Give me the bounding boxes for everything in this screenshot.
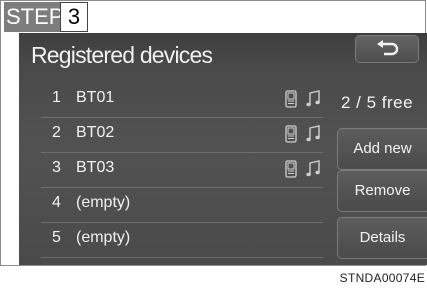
back-button[interactable]	[355, 35, 419, 63]
device-screen: Registered devices 1 BT01 2 BT02 3 BT03 4 (empt…	[19, 33, 427, 265]
device-index: 3	[52, 159, 61, 176]
device-list: 1 BT01 2 BT02 3 BT03 4 (empty) 5 (empty)	[19, 83, 331, 258]
phone-icon	[285, 160, 297, 183]
phone-icon	[285, 125, 297, 148]
device-name: BT03	[76, 159, 115, 176]
row-divider	[41, 257, 323, 258]
free-slots-status: 2 / 5 free	[341, 93, 414, 112]
device-index: 2	[52, 124, 61, 141]
device-row[interactable]: 5 (empty)	[19, 223, 331, 258]
device-row[interactable]: 4 (empty)	[19, 188, 331, 223]
device-index: 4	[52, 194, 61, 211]
device-row[interactable]: 1 BT01	[19, 83, 331, 118]
device-index: 1	[52, 89, 61, 106]
music-note-icon	[306, 125, 320, 148]
device-name: BT02	[76, 124, 115, 141]
back-arrow-icon	[377, 40, 399, 56]
figure-code: STNDA00074E	[339, 271, 425, 285]
add-new-button[interactable]: Add new	[337, 128, 427, 170]
music-note-icon	[306, 90, 320, 113]
step-label: STEP	[4, 2, 63, 32]
device-index: 5	[52, 229, 61, 246]
phone-icon	[285, 90, 297, 113]
device-name: BT01	[76, 89, 115, 106]
remove-button[interactable]: Remove	[337, 170, 427, 212]
device-name: (empty)	[76, 229, 131, 246]
step-number: 3	[60, 2, 88, 32]
details-button[interactable]: Details	[337, 217, 427, 259]
device-row[interactable]: 2 BT02	[19, 118, 331, 153]
device-row[interactable]: 3 BT03	[19, 153, 331, 188]
figure-frame: STEP 3 Registered devices 1 BT01 2 BT02 3 BT0…	[0, 0, 427, 266]
screen-title: Registered devices	[31, 42, 213, 68]
music-note-icon	[306, 160, 320, 183]
device-name: (empty)	[76, 194, 131, 211]
